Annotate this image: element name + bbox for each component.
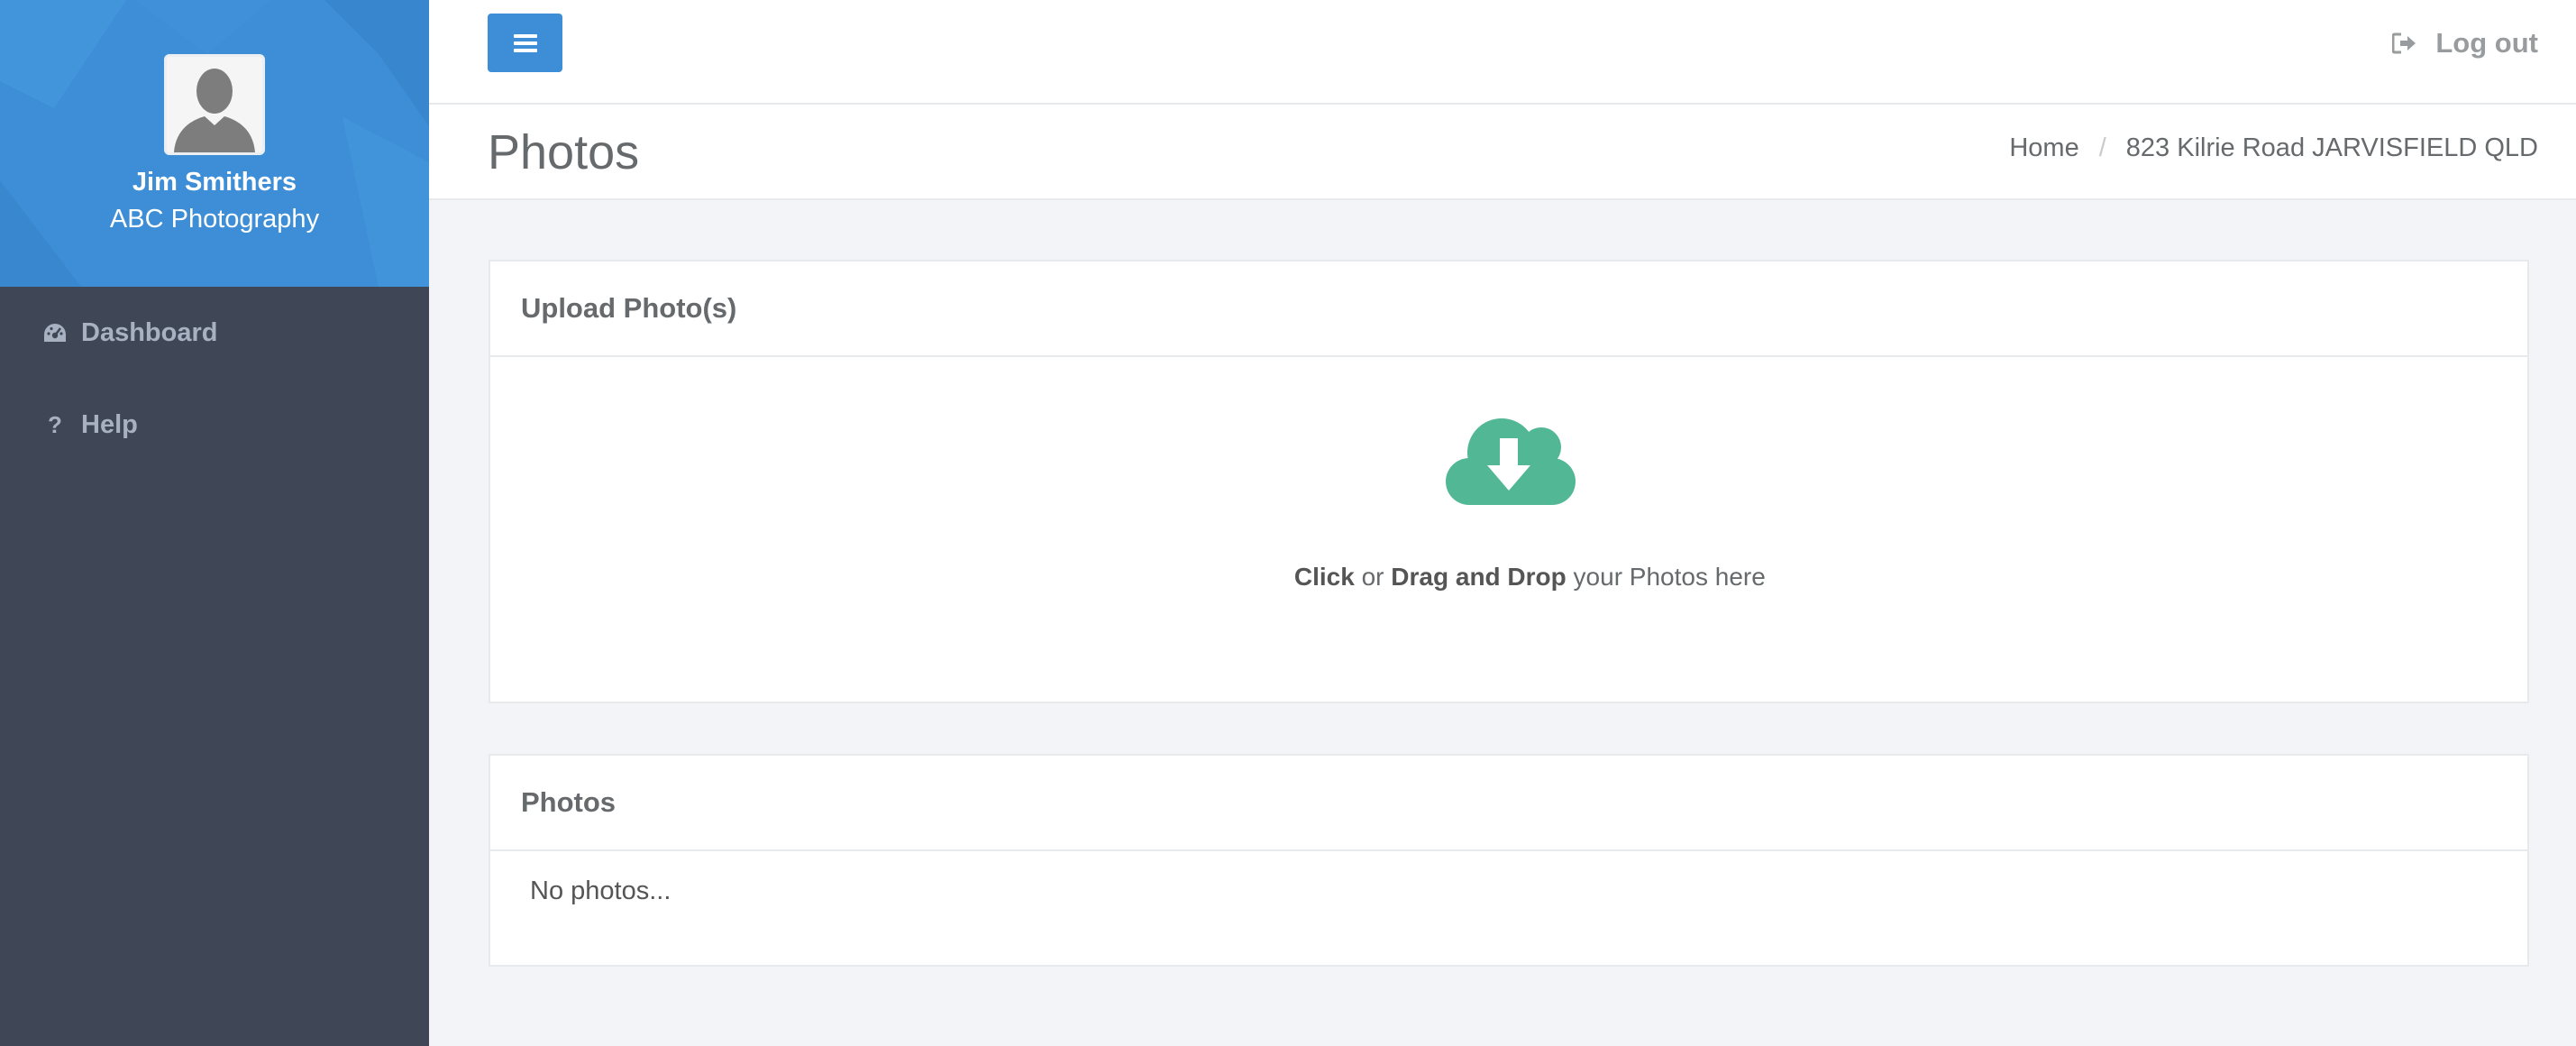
dropzone-click-text: Click [1293, 563, 1355, 591]
photo-dropzone[interactable]: Click or Drag and Drop your Photos here [490, 357, 2527, 702]
dashboard-icon [41, 319, 69, 346]
sidebar: Jim Smithers ABC Photography Dashboard ?… [0, 0, 429, 1046]
dropzone-rest-text: your Photos here [1566, 563, 1766, 591]
menu-toggle-button[interactable] [488, 14, 562, 72]
question-icon: ? [48, 410, 62, 438]
sign-out-icon [2392, 32, 2417, 54]
page-title: Photos [488, 125, 640, 179]
dropzone-drag-text: Drag and Drop [1391, 563, 1567, 591]
breadcrumb-home-link[interactable]: Home [2009, 133, 2078, 163]
user-silhouette-icon [167, 57, 262, 152]
sidebar-item-label: Help [81, 409, 138, 439]
empty-photos-message: No photos... [530, 876, 671, 905]
breadcrumb-separator: / [2098, 133, 2106, 162]
dropzone-or-text: or [1354, 563, 1392, 591]
upload-panel: Upload Photo(s) Click or Drag and Drop y… [489, 260, 2529, 703]
page-heading: Photos Home / 823 Kilrie Road JARVISFIEL… [429, 105, 2576, 200]
upload-panel-title: Upload Photo(s) [490, 262, 2527, 357]
avatar [164, 54, 265, 155]
sidebar-item-help[interactable]: ? Help [0, 379, 429, 471]
photos-panel-title: Photos [490, 756, 2527, 851]
top-navbar: Log out [429, 0, 2576, 105]
hamburger-icon [513, 33, 537, 52]
dropzone-instructions: Click or Drag and Drop your Photos here [490, 534, 2527, 620]
breadcrumb-current: 823 Kilrie Road JARVISFIELD QLD [2125, 133, 2538, 162]
cloud-download-icon [1446, 418, 1576, 505]
user-name: Jim Smithers [132, 168, 297, 197]
user-company: ABC Photography [109, 205, 320, 234]
sidebar-item-dashboard[interactable]: Dashboard [0, 287, 429, 379]
photos-panel: Photos No photos... [489, 754, 2529, 967]
sidebar-item-label: Dashboard [81, 317, 218, 347]
profile-header: Jim Smithers ABC Photography [0, 0, 429, 287]
logout-label: Log out [2435, 27, 2538, 59]
breadcrumb: Home / 823 Kilrie Road JARVISFIELD QLD [2009, 133, 2538, 163]
logout-link[interactable]: Log out [2392, 27, 2538, 60]
